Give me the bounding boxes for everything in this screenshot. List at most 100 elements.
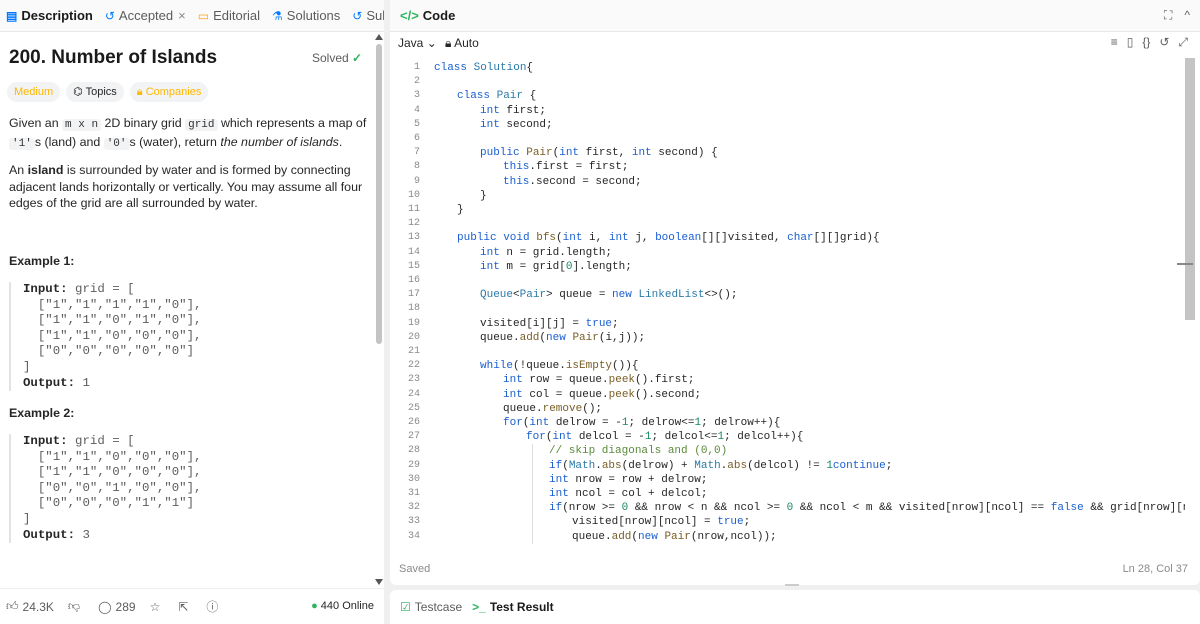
line-number: 31 (407, 488, 420, 499)
code-token: delcol = - (578, 431, 645, 444)
line-number: 22 (407, 360, 420, 372)
code-line[interactable]: 4 int first; (390, 104, 1180, 118)
code-line[interactable]: 11} (390, 203, 1180, 217)
code-text: while(!queue.isEmpty()){ (480, 359, 638, 373)
code-line[interactable]: 31 int ncol = col + delcol; (390, 487, 1180, 502)
code-line[interactable]: 33 visited[nrow][ncol] = true; (390, 515, 1180, 530)
scrollbar-thumb[interactable] (1185, 58, 1195, 320)
tab-submissions[interactable]: ↺ Subm (346, 0, 384, 31)
code-line[interactable]: 22 while(!queue.isEmpty()){ (390, 359, 1180, 373)
code-text: if(nrow >= 0 && nrow < n && ncol >= 0 &&… (549, 501, 1185, 515)
code-line[interactable]: 10} (390, 189, 1180, 203)
code-line[interactable]: 30 int nrow = row + delrow; (390, 472, 1180, 487)
code-line[interactable]: 29 if(Math.abs(delrow) + Math.abs(delcol)… (390, 458, 1180, 473)
code-line[interactable]: 19 visited[i][j] = true; (390, 317, 1180, 331)
companies-tag[interactable]: 🔒︎ Companies (129, 82, 209, 102)
code-line[interactable]: 14 int n = grid.length; (390, 246, 1180, 260)
code-token: char (787, 232, 814, 245)
code-line[interactable]: 24 int col = queue.peek().second; (390, 388, 1180, 402)
scroll-marker (1177, 263, 1193, 265)
code-line[interactable]: 13 public void bfs(int i, int j, boolean[… (390, 231, 1180, 245)
code-line[interactable]: 7 public Pair(int first, int second) { (390, 146, 1180, 160)
code-line[interactable]: 20 queue.add(new Pair(i,j)); (390, 331, 1180, 345)
tab-editorial[interactable]: ▭ Editorial (192, 0, 266, 31)
code-text: } (457, 203, 464, 217)
code-line[interactable]: 17 Queue<Pair> queue = new LinkedList<>()… (390, 288, 1180, 302)
code-line[interactable]: 27 for(int delcol = -1; delcol<=1; delcol… (390, 430, 1180, 444)
code-token: boolean (655, 232, 702, 245)
code-editor[interactable]: 1 class Solution{2 3 class Pair {4 int first… (390, 58, 1185, 548)
reset-icon[interactable]: ↺ (1159, 35, 1169, 50)
tab-test-result[interactable]: >_ Test Result (472, 590, 553, 624)
expand-icon[interactable]: ⤢ (1178, 35, 1188, 50)
share-button[interactable]: ⇱ (178, 600, 192, 614)
line-number: 13 (407, 232, 420, 244)
code-line[interactable]: 6 (390, 132, 1180, 146)
code-line[interactable]: 8 this.first = first; (390, 160, 1180, 174)
code-line[interactable]: 32 if(nrow >= 0 && nrow < n && ncol >= 0 … (390, 501, 1185, 516)
code-token: ; delcol<= (651, 431, 718, 444)
code-line[interactable]: 3 class Pair { (390, 89, 1180, 103)
tab-description[interactable]: ▤ Description (0, 0, 99, 31)
code-token: for (526, 431, 546, 444)
code-line[interactable]: 12 (390, 217, 1180, 231)
code-token: if (549, 502, 563, 515)
code-line[interactable]: 1 class Solution{ (390, 61, 1180, 75)
dislike-button[interactable]: 👎︎ (68, 599, 84, 614)
line-number: 27 (407, 431, 420, 443)
code-token: int (503, 374, 530, 387)
bookmark-icon[interactable]: ▯ (1127, 35, 1134, 50)
code-line[interactable]: 21 (390, 345, 1180, 359)
tab-testcase[interactable]: ☑ Testcase (400, 590, 462, 624)
language-select[interactable]: Java ⌄ (398, 36, 437, 50)
topics-tag[interactable]: ⌬ Topics (66, 82, 124, 102)
code-panel: </> Code ⛶ ^ Java ⌄ 🔒︎ Auto ≡ ▯ {} ↺ ⤢ 1c… (390, 0, 1200, 585)
braces-icon[interactable]: {} (1142, 35, 1150, 50)
like-button[interactable]: 👍︎ 24.3K (6, 599, 54, 614)
help-button[interactable]: ⓘ (206, 598, 222, 615)
code-token: int (480, 246, 507, 259)
code-token: ; delcol++){ (724, 431, 804, 444)
text: which represents a map of (217, 116, 367, 130)
scroll-up-icon[interactable] (375, 34, 383, 40)
code-token: ; (612, 317, 619, 330)
book-icon: ▭ (197, 8, 210, 23)
code-token: && nrow < n && ncol >= (628, 502, 787, 515)
scroll-down-icon[interactable] (375, 579, 383, 585)
code-line[interactable]: 16 (390, 274, 1180, 288)
code-line[interactable]: 23 int row = queue.peek().first; (390, 373, 1180, 387)
tab-accepted[interactable]: ↺ Accepted × (99, 0, 192, 31)
code-line[interactable]: 25 queue.remove(); (390, 402, 1180, 416)
text: . (338, 134, 343, 149)
code-token: [][]visited, (701, 232, 788, 245)
maximize-icon[interactable]: ⛶ (1164, 8, 1172, 23)
format-icon[interactable]: ≡ (1111, 35, 1118, 50)
favorite-button[interactable]: ☆ (150, 600, 165, 614)
close-icon[interactable]: × (178, 8, 186, 23)
code-token: (i,j)); (598, 331, 646, 344)
code-line[interactable]: 15 int m = grid[0].length; (390, 260, 1180, 274)
resize-handle[interactable] (785, 584, 799, 586)
code-line[interactable]: 26 for(int delrow = -1; delrow<=1; delrow… (390, 416, 1180, 430)
tab-label: Subm (366, 8, 384, 23)
code-line[interactable]: 34 queue.add(new Pair(nrow,ncol)); (390, 529, 1180, 544)
code-line[interactable]: 18 (390, 302, 1180, 316)
code-token: abs (727, 459, 748, 472)
editor-scrollbar[interactable] (1177, 58, 1195, 548)
code-token: ; (885, 459, 893, 472)
output-value: 3 (75, 527, 90, 542)
line-number: 7 (413, 147, 420, 159)
indent-guide (532, 515, 533, 530)
code-line[interactable]: 5 int second; (390, 118, 1180, 132)
code-line[interactable]: 9 this.second = second; (390, 175, 1180, 189)
code-line[interactable]: 2 (390, 75, 1180, 89)
code-line[interactable]: 28 // skip diagonals and (0,0) (390, 444, 1180, 459)
collapse-icon[interactable]: ^ (1184, 8, 1190, 23)
tab-solutions[interactable]: ⚗ Solutions (266, 0, 346, 31)
scrollbar-thumb[interactable] (376, 44, 382, 344)
mode-select[interactable]: 🔒︎ Auto (445, 36, 479, 51)
check-box-icon: ☑ (400, 600, 411, 614)
code-text: // skip diagonals and (0,0) (549, 444, 727, 458)
description-scrollbar[interactable] (374, 32, 384, 588)
comments-button[interactable]: ◯ 289 (98, 600, 135, 614)
